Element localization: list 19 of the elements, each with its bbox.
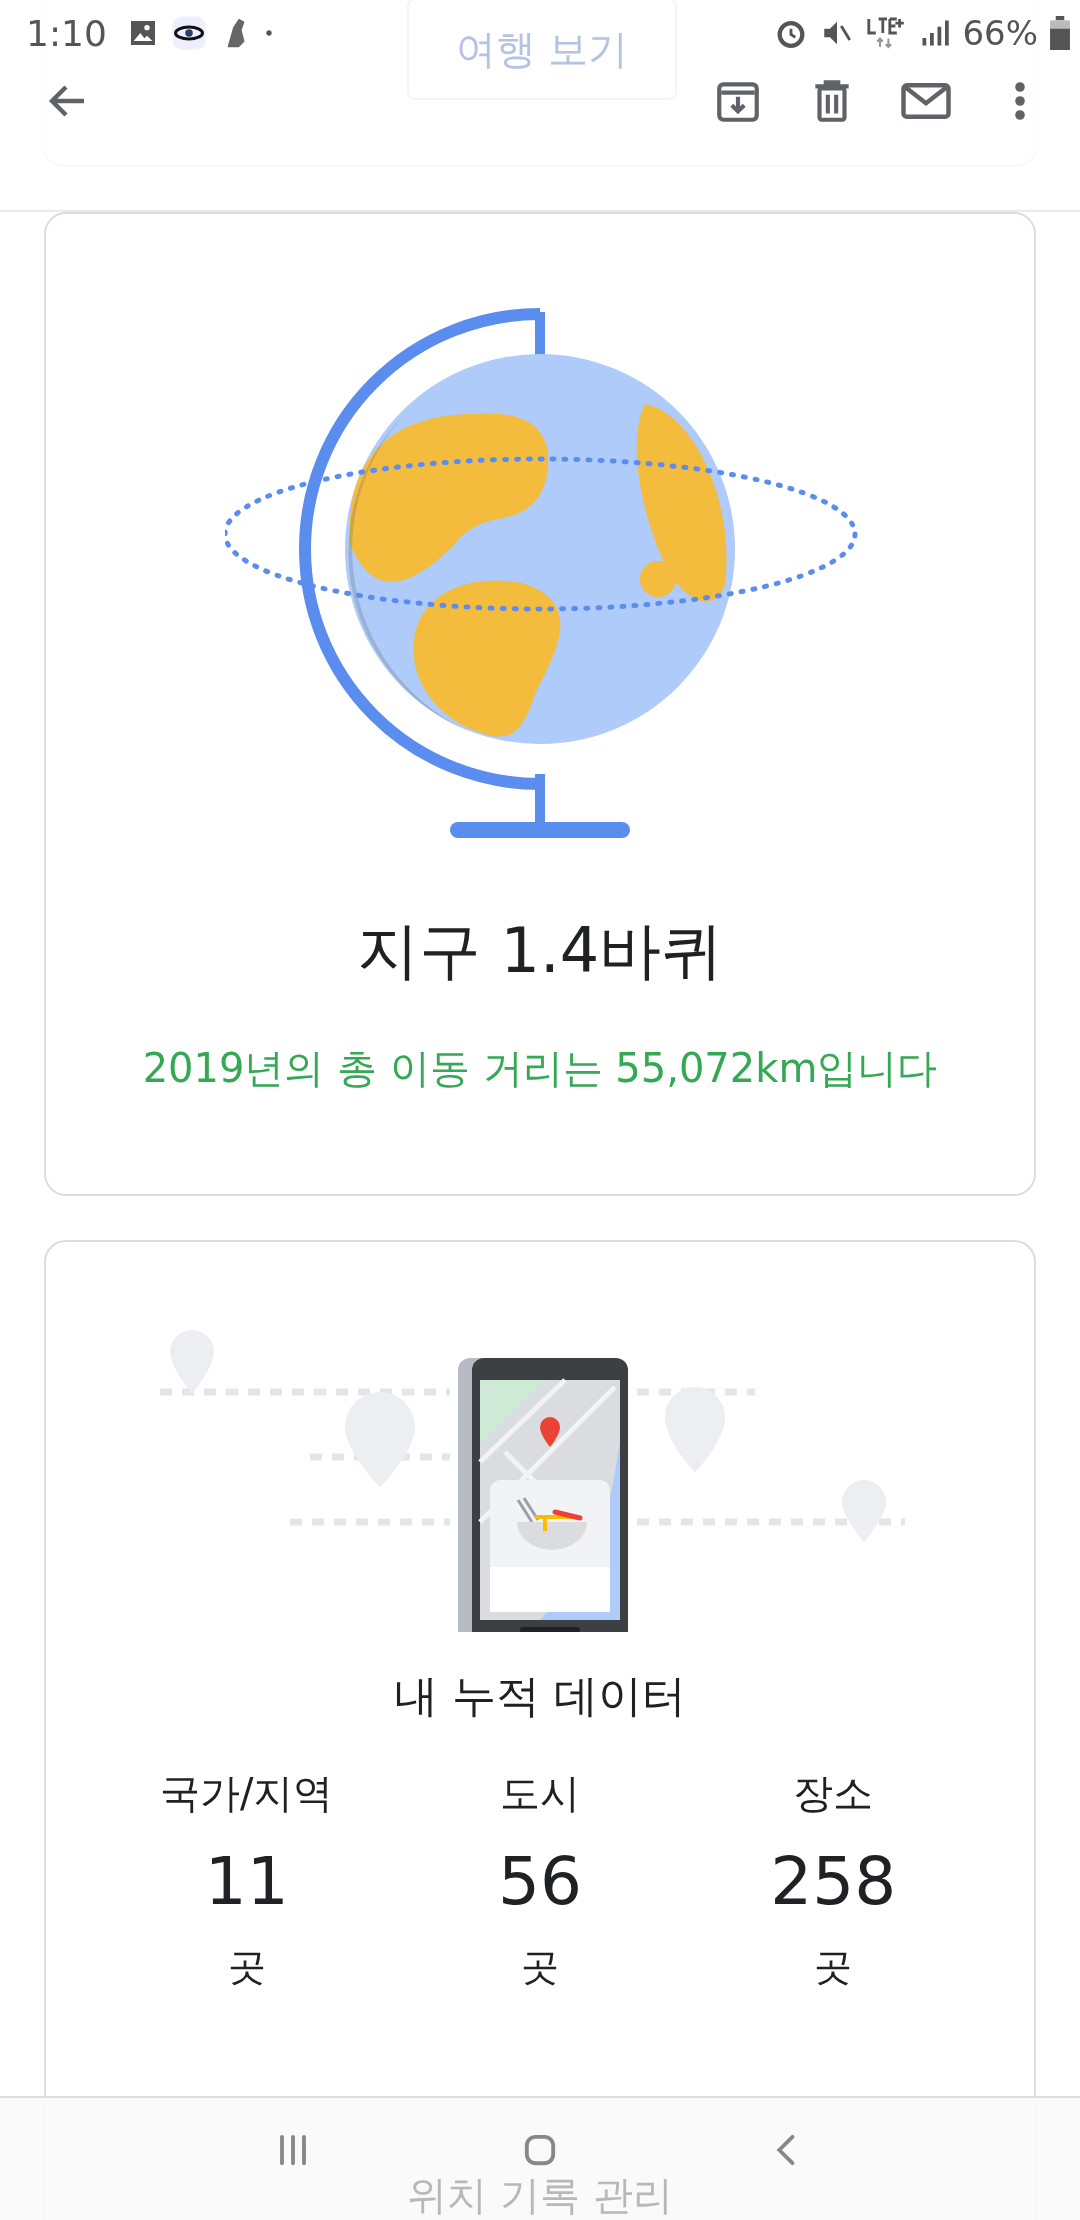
signal-icon — [920, 18, 951, 48]
battery-icon — [1050, 16, 1070, 50]
stat-value: 11 — [204, 1843, 289, 1920]
stat-value: 56 — [498, 1843, 582, 1920]
stat-label: 국가/지역 — [159, 1769, 334, 1818]
stat-label: 도시 — [500, 1769, 580, 1818]
app-icon — [170, 15, 207, 51]
distance-subtitle: 2019년의 총 이동 거리는 55,072km입니다 — [142, 1044, 938, 1093]
stat-unit: 곳 — [521, 1944, 559, 1991]
distance-title: 지구 1.4바퀴 — [356, 913, 724, 989]
manage-history-label: 위치 기록 관리 — [406, 2171, 674, 2220]
stat-unit: 곳 — [227, 1944, 266, 1991]
stat-unit: 곳 — [814, 1944, 853, 1991]
stat-label: 장소 — [793, 1769, 874, 1818]
dot-icon — [264, 29, 273, 37]
stat-value: 258 — [770, 1843, 897, 1920]
battery-percent: 66% — [962, 13, 1038, 53]
stats-title: 내 누적 데이터 — [394, 1669, 686, 1723]
status-time: 1:10 — [26, 12, 107, 54]
